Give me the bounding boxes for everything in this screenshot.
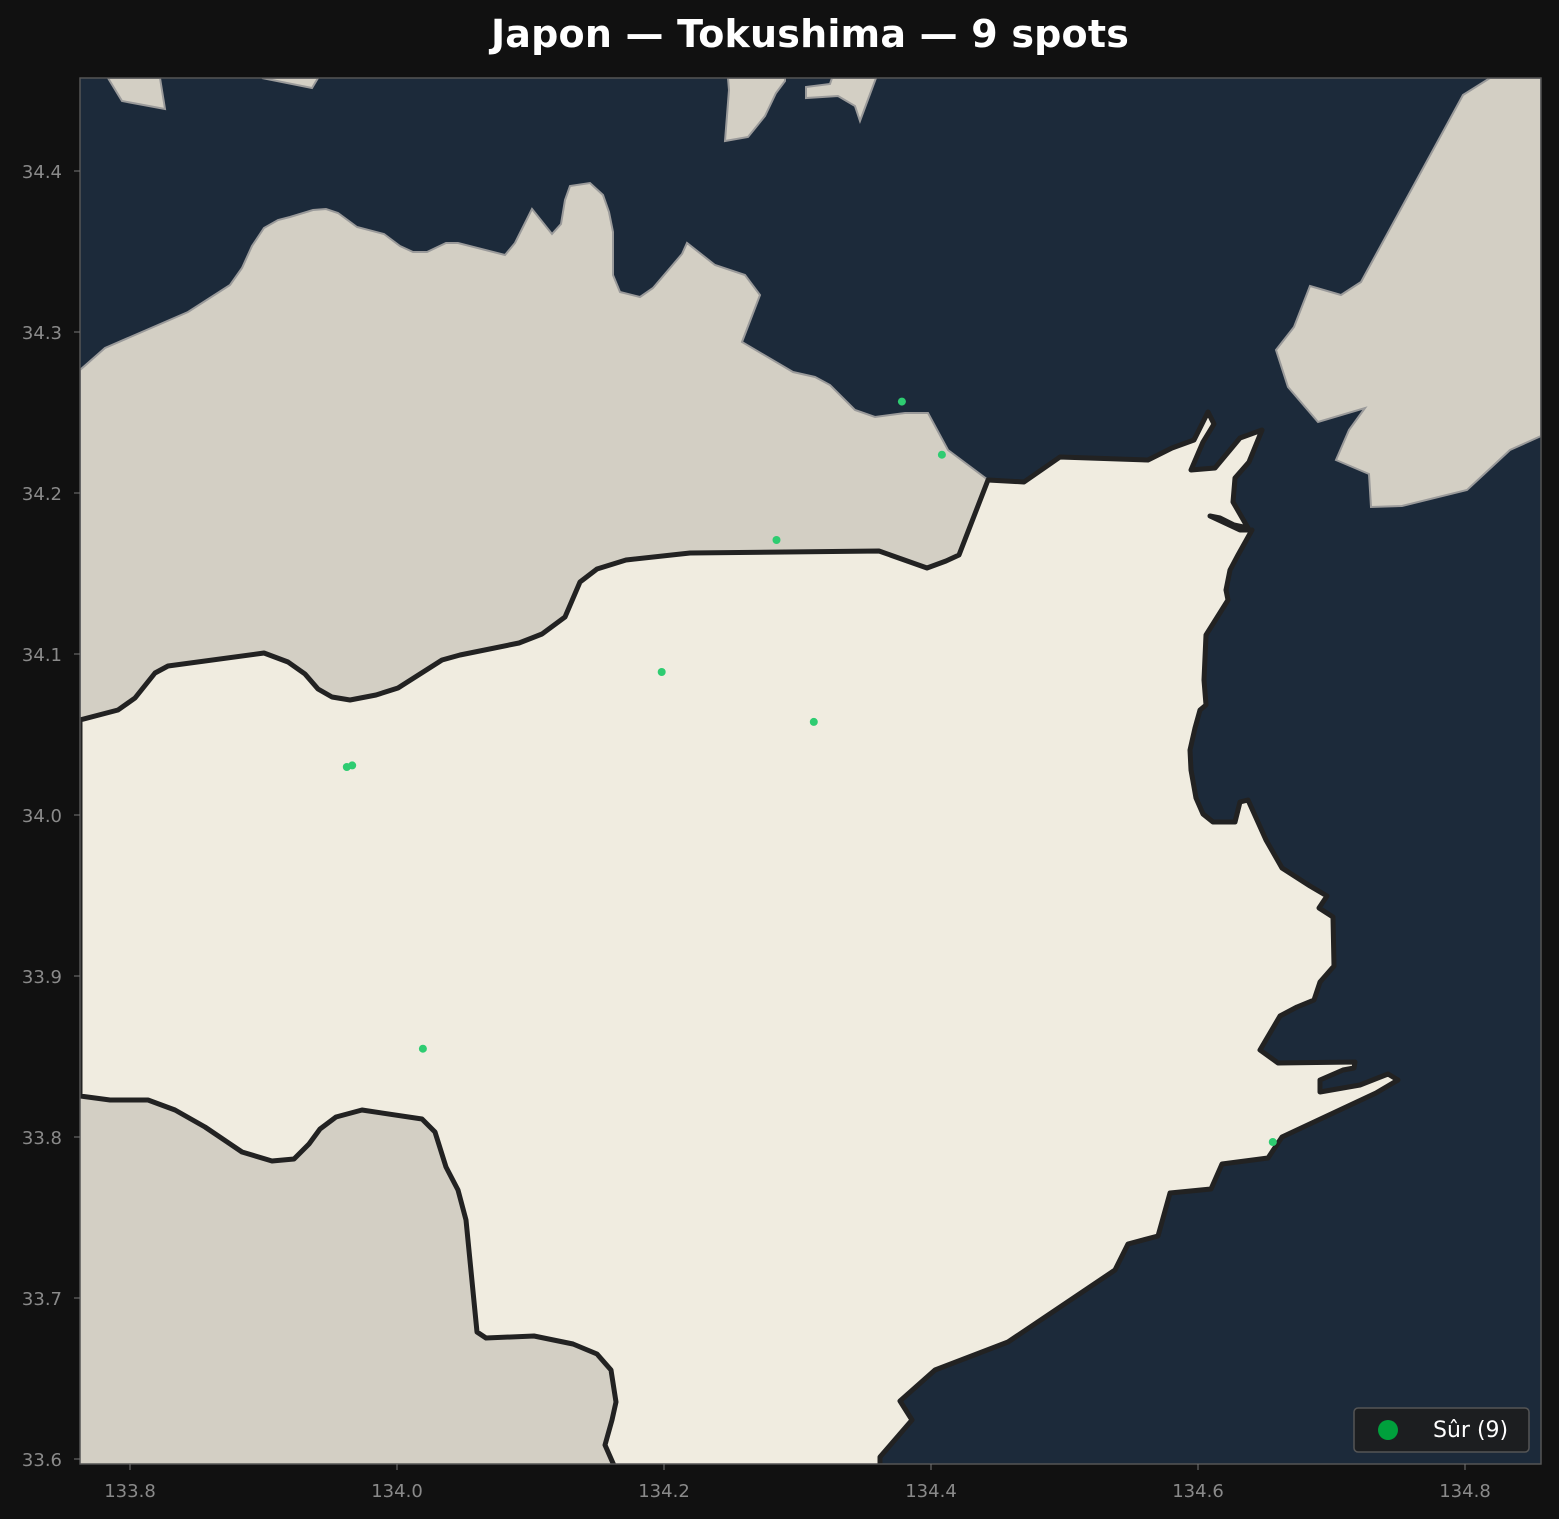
legend: Sûr (9) xyxy=(1353,1407,1530,1453)
x-tick-label: 134.8 xyxy=(1439,1481,1491,1502)
y-tick-label: 33.8 xyxy=(22,1128,62,1149)
y-tick-label: 33.7 xyxy=(22,1289,62,1310)
x-tick-label: 134.6 xyxy=(1172,1481,1224,1502)
y-tick-label: 33.6 xyxy=(22,1450,62,1471)
spot-marker[interactable] xyxy=(937,450,946,459)
x-tick-label: 133.8 xyxy=(104,1481,156,1502)
y-tick-label: 34.1 xyxy=(22,645,62,666)
x-tick-label: 134.4 xyxy=(905,1481,957,1502)
map-canvas: 133.8 134.0 134.2 134.4 134.6 134.8 34.4… xyxy=(22,77,1542,1502)
x-tick-label: 134.2 xyxy=(638,1481,690,1502)
x-axis: 133.8 134.0 134.2 134.4 134.6 134.8 xyxy=(104,1464,1491,1502)
spot-marker[interactable] xyxy=(348,761,357,770)
y-tick-label: 33.9 xyxy=(22,967,62,988)
spot-marker[interactable] xyxy=(897,397,906,406)
spot-marker[interactable] xyxy=(809,717,818,726)
y-axis: 34.4 34.3 34.2 34.1 34.0 33.9 33.8 33.7 … xyxy=(22,162,80,1471)
spot-marker[interactable] xyxy=(772,536,781,544)
map-figure: Japon — Tokushima — 9 spots 133.8 134.0 … xyxy=(0,0,1559,1519)
y-tick-label: 34.4 xyxy=(22,162,62,183)
legend-marker xyxy=(1378,1420,1398,1440)
y-tick-label: 34.3 xyxy=(22,323,62,344)
y-tick-label: 34.2 xyxy=(22,484,62,505)
legend-label: Sûr (9) xyxy=(1433,1418,1508,1443)
spot-marker[interactable] xyxy=(657,668,666,676)
spot-marker[interactable] xyxy=(1268,1138,1277,1146)
x-tick-label: 134.0 xyxy=(371,1481,423,1502)
y-tick-label: 34.0 xyxy=(22,806,62,827)
spot-marker[interactable] xyxy=(418,1044,427,1053)
